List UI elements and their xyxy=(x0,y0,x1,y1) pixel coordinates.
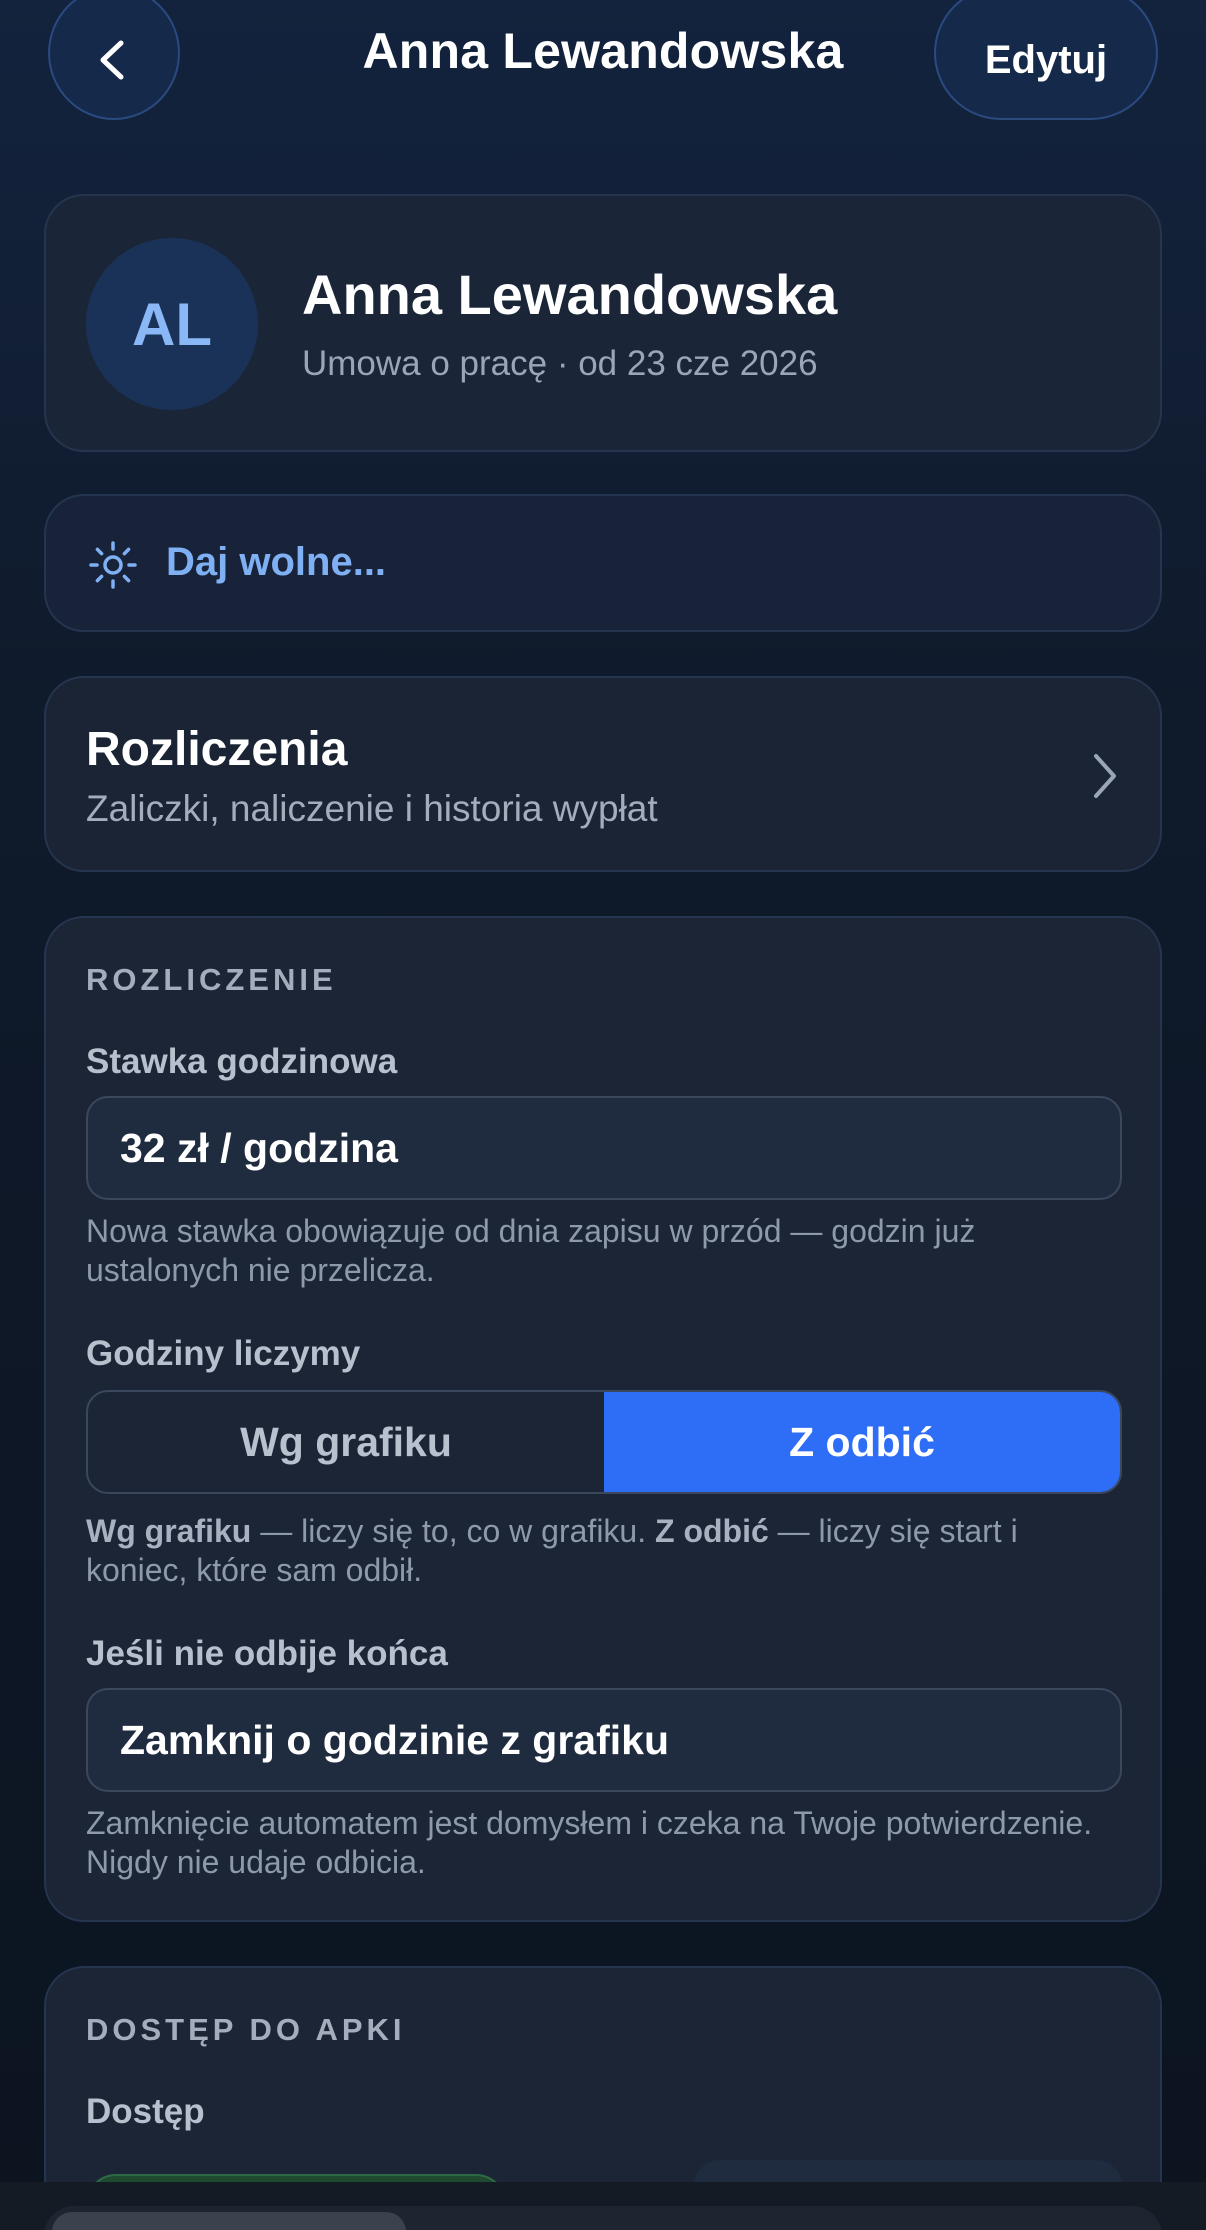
option-by-punches[interactable]: Z odbić xyxy=(604,1392,1120,1492)
section-label-billing: ROZLICZENIE xyxy=(86,962,337,997)
hours-counting-label: Godziny liczymy xyxy=(86,1334,361,1373)
hourly-rate-input[interactable]: 32 zł / godzina xyxy=(86,1096,1122,1200)
billing-section: ROZLICZENIE Stawka godzinowa 32 zł / god… xyxy=(44,916,1162,1922)
profile-card: AL Anna Lewandowska Umowa o pracę · od 2… xyxy=(44,194,1162,452)
hours-counting-hint: Wg grafiku — liczy się to, co w grafiku.… xyxy=(86,1512,1126,1590)
sun-icon xyxy=(89,541,137,589)
bottom-tab-active[interactable] xyxy=(52,2212,406,2230)
settlements-row[interactable]: Rozliczenia Zaliczki, naliczenie i histo… xyxy=(44,676,1162,872)
hourly-rate-label: Stawka godzinowa xyxy=(86,1042,398,1081)
missing-end-hint: Zamknięcie automatem jest domysłem i cze… xyxy=(86,1805,1093,1880)
avatar: AL xyxy=(86,238,258,410)
employee-name: Anna Lewandowska xyxy=(302,263,838,326)
settlements-subtitle: Zaliczki, naliczenie i historia wypłat xyxy=(86,788,658,829)
settlements-title: Rozliczenia xyxy=(86,723,348,776)
hint-by-punches-bold: Z odbić xyxy=(655,1513,769,1549)
access-label: Dostęp xyxy=(86,2092,205,2131)
employee-detail-screen: Anna Lewandowska Edytuj AL Anna Lewandow… xyxy=(0,0,1206,2230)
option-by-schedule[interactable]: Wg grafiku xyxy=(88,1392,604,1492)
employee-contract-info: Umowa o pracę · od 23 cze 2026 xyxy=(302,344,818,383)
chevron-right-icon xyxy=(1094,754,1116,798)
top-bar: Anna Lewandowska Edytuj xyxy=(0,0,1206,140)
section-label-access: DOSTĘP DO APKI xyxy=(86,2012,406,2047)
edit-button[interactable]: Edytuj xyxy=(934,0,1158,120)
give-time-off-label: Daj wolne... xyxy=(166,540,387,584)
missing-end-label: Jeśli nie odbije końca xyxy=(86,1634,448,1673)
hours-counting-toggle: Wg grafiku Z odbić xyxy=(86,1390,1122,1494)
missing-end-select[interactable]: Zamknij o godzinie z grafiku xyxy=(86,1688,1122,1792)
hourly-rate-hint: Nowa stawka obowiązuje od dnia zapisu w … xyxy=(86,1213,976,1288)
hint-by-schedule-bold: Wg grafiku xyxy=(86,1513,252,1549)
give-time-off-button[interactable]: Daj wolne... xyxy=(44,494,1162,632)
hint-by-schedule-text: — liczy się to, co w grafiku. xyxy=(251,1513,655,1549)
